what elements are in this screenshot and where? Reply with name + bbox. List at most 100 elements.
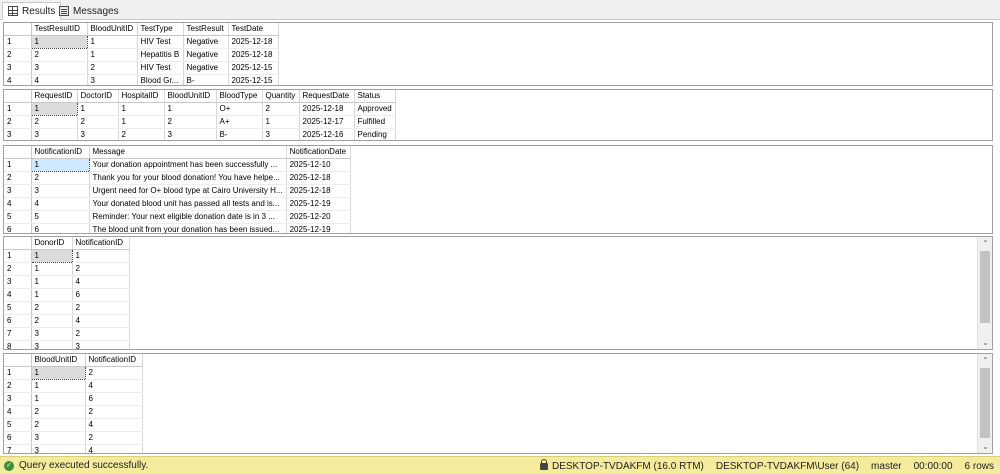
table-cell[interactable]: 4 xyxy=(31,197,90,211)
table-cell[interactable]: 3 xyxy=(31,340,73,349)
table-cell[interactable]: 2 xyxy=(31,418,86,432)
table-cell[interactable]: Thank you for your blood donation! You h… xyxy=(89,171,287,185)
table-cell[interactable]: 1 xyxy=(30,102,78,116)
table-cell[interactable]: 4 xyxy=(72,314,130,328)
table-cell[interactable]: Blood Gr... xyxy=(137,74,184,85)
table-cell[interactable]: 2025-12-18 xyxy=(299,102,355,116)
table-cell[interactable]: 4 xyxy=(85,418,143,432)
column-header[interactable]: RequestDate xyxy=(299,90,355,103)
table-cell[interactable]: 2 xyxy=(262,102,300,116)
table-cell[interactable]: 2025-12-18 xyxy=(286,184,351,198)
results-grid-blood-requests[interactable]: RequestID DoctorID HospitalID BloodUnitID Bl… xyxy=(3,89,993,141)
table-cell[interactable]: 3 xyxy=(262,128,300,140)
table-cell[interactable]: HIV Test xyxy=(137,61,184,75)
column-header[interactable]: TestResult xyxy=(183,23,229,36)
table-cell[interactable]: 3 xyxy=(87,74,138,85)
row-number[interactable]: 2 xyxy=(4,48,32,62)
table-row[interactable]: 1 1 1 1 1 O+ 2 2025-12-18 Approved xyxy=(4,102,396,116)
table-cell[interactable]: 2 xyxy=(31,48,88,62)
row-number[interactable]: 2 xyxy=(4,171,32,185)
table-cell[interactable]: Your donation appointment has been succe… xyxy=(89,158,287,172)
table-cell[interactable]: Urgent need for O+ blood type at Cairo U… xyxy=(89,184,287,198)
table-cell[interactable]: 1 xyxy=(262,115,300,129)
results-grid-bloodunit-notifications[interactable]: BloodUnitID NotificationID 1 1 2 2 1 4 3 1 6 4 2 2 5 2 4… xyxy=(3,353,993,454)
row-number[interactable]: 6 xyxy=(4,223,32,233)
donor-grid-scrollbar[interactable]: ⌃ ⌄ xyxy=(977,237,992,349)
row-number[interactable]: 2 xyxy=(4,262,32,276)
column-header[interactable]: BloodType xyxy=(216,90,263,103)
row-number[interactable]: 8 xyxy=(4,340,32,349)
table-row[interactable]: 1 1 1 HIV Test Negative 2025-12-18 xyxy=(4,35,279,49)
column-header[interactable]: NotificationID xyxy=(72,237,130,250)
table-cell[interactable]: 2 xyxy=(85,405,143,419)
table-cell[interactable]: Reminder: Your next eligible donation da… xyxy=(89,210,287,224)
table-cell[interactable]: 3 xyxy=(77,128,119,140)
table-row[interactable]: 624 xyxy=(4,314,130,328)
table-cell[interactable]: 2 xyxy=(72,301,130,315)
table-cell[interactable]: Hepatitis B xyxy=(137,48,184,62)
scroll-down-icon[interactable]: ⌄ xyxy=(978,440,992,453)
table-cell[interactable]: 6 xyxy=(85,392,143,406)
row-number[interactable]: 4 xyxy=(4,405,32,419)
table-cell[interactable]: Pending xyxy=(354,128,396,140)
table-row[interactable]: 5 5 Reminder: Your next eligible donation … xyxy=(4,210,351,224)
table-cell[interactable]: 2 xyxy=(72,262,130,276)
bloodunit-grid-scrollbar[interactable]: ⌃ ⌄ xyxy=(977,354,992,453)
table-cell[interactable]: 2 xyxy=(31,301,73,315)
table-cell[interactable]: 1 xyxy=(31,275,73,289)
table-cell[interactable]: 4 xyxy=(31,74,88,85)
column-header[interactable]: BloodUnitID xyxy=(87,23,138,36)
table-cell[interactable]: 2025-12-18 xyxy=(228,35,279,49)
table-cell[interactable]: 5 xyxy=(31,210,90,224)
table-row[interactable]: 3 3 2 HIV Test Negative 2025-12-15 xyxy=(4,61,279,75)
table-row[interactable]: 4 4 Your donated blood unit has passed all… xyxy=(4,197,351,211)
table-cell[interactable]: 1 xyxy=(31,288,73,302)
table-cell[interactable]: 3 xyxy=(164,128,217,140)
table-row[interactable]: 416 xyxy=(4,288,130,302)
table-row[interactable]: 2 2 2 1 2 A+ 1 2025-12-17 Fulfilled xyxy=(4,115,396,129)
results-grid-notifications[interactable]: NotificationID Message NotificationDate 1 1 Y… xyxy=(3,145,993,234)
table-cell[interactable]: 3 xyxy=(31,431,86,445)
column-header[interactable]: TestDate xyxy=(228,23,279,36)
column-header[interactable]: BloodUnitID xyxy=(164,90,217,103)
column-header[interactable]: TestType xyxy=(137,23,184,36)
column-header[interactable]: Message xyxy=(89,146,287,159)
table-cell[interactable]: Approved xyxy=(354,102,396,116)
row-number[interactable]: 5 xyxy=(4,210,32,224)
table-cell[interactable]: 2 xyxy=(31,314,73,328)
table-cell[interactable]: 2 xyxy=(85,431,143,445)
row-number[interactable]: 2 xyxy=(4,379,32,393)
row-number[interactable]: 3 xyxy=(4,184,32,198)
table-row[interactable]: 112 xyxy=(4,366,143,380)
table-cell[interactable]: 4 xyxy=(72,275,130,289)
table-cell[interactable]: 2 xyxy=(77,115,119,129)
column-header[interactable]: DoctorID xyxy=(77,90,119,103)
table-row[interactable]: 6 6 The blood unit from your donation has … xyxy=(4,223,351,233)
results-grid-test-results[interactable]: TestResultID BloodUnitID TestType TestResul… xyxy=(3,22,993,86)
table-cell[interactable]: 1 xyxy=(118,102,165,116)
table-row[interactable]: 314 xyxy=(4,275,130,289)
table-row[interactable]: 2 2 Thank you for your blood donation! You… xyxy=(4,171,351,185)
table-cell[interactable]: 3 xyxy=(31,61,88,75)
table-cell[interactable]: 2025-12-18 xyxy=(286,171,351,185)
table-cell[interactable]: A+ xyxy=(216,115,263,129)
table-cell[interactable]: 1 xyxy=(30,366,86,380)
table-cell[interactable]: 6 xyxy=(31,223,90,233)
table-cell[interactable]: 2 xyxy=(72,327,130,341)
table-row[interactable]: 214 xyxy=(4,379,143,393)
scroll-down-icon[interactable]: ⌄ xyxy=(978,336,992,349)
row-number[interactable]: 5 xyxy=(4,301,32,315)
table-cell[interactable]: 2 xyxy=(164,115,217,129)
table-cell[interactable]: 4 xyxy=(85,379,143,393)
table-cell[interactable]: 1 xyxy=(31,262,73,276)
table-cell[interactable]: 1 xyxy=(30,35,88,49)
row-number[interactable]: 3 xyxy=(4,128,32,140)
row-number[interactable]: 1 xyxy=(4,366,32,380)
table-cell[interactable]: B- xyxy=(183,74,229,85)
row-number[interactable]: 1 xyxy=(4,249,32,263)
table-row[interactable]: 212 xyxy=(4,262,130,276)
corner-cell[interactable] xyxy=(4,354,32,367)
table-cell[interactable]: 2 xyxy=(87,61,138,75)
table-cell[interactable]: 2025-12-19 xyxy=(286,223,351,233)
corner-cell[interactable] xyxy=(4,23,32,36)
